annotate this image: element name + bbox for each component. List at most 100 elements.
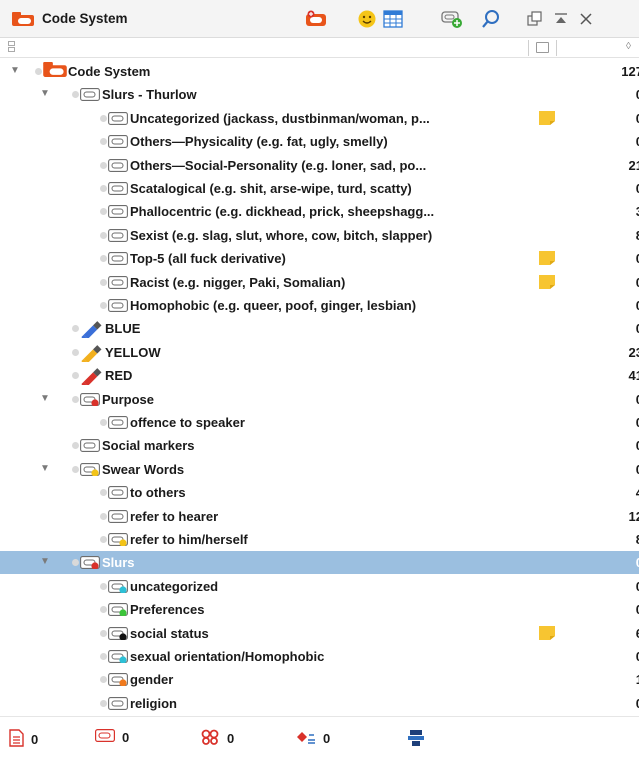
tree-row[interactable]: Uncategorized (jackass, dustbinman/woman… <box>0 107 639 130</box>
status-item[interactable]: 0 <box>296 729 330 748</box>
code-system-icon <box>12 12 34 26</box>
tree-row[interactable]: Others—Physicality (e.g. fat, ugly, smel… <box>0 130 639 153</box>
tree-row[interactable]: offence to speaker0 <box>0 411 639 434</box>
tree-row[interactable]: gender1 <box>0 668 639 691</box>
code-frequency: 12 <box>628 508 639 524</box>
collapse-icon[interactable] <box>549 8 573 30</box>
code-label: offence to speaker <box>130 415 245 430</box>
status-count: 0 <box>122 729 130 745</box>
table-icon[interactable] <box>381 8 405 30</box>
undock-icon[interactable] <box>523 8 547 30</box>
tree-row[interactable]: RED 41 <box>0 364 639 387</box>
status-dot-icon <box>100 512 107 520</box>
memo-icon[interactable] <box>538 110 556 126</box>
code-frequency: 127 <box>621 64 639 79</box>
new-code-icon[interactable] <box>304 8 328 30</box>
column-header: ◊ <box>0 38 639 58</box>
tree-row[interactable]: Racist (e.g. nigger, Paki, Somalian)0 <box>0 271 639 294</box>
status-item[interactable]: 0 <box>8 729 38 750</box>
tree-row[interactable]: refer to him/herself8 <box>0 528 639 551</box>
document-icon <box>8 729 24 750</box>
status-item[interactable]: 0 <box>200 729 234 748</box>
code-label: Top-5 (all fuck derivative) <box>130 251 286 267</box>
memo-icon[interactable] <box>538 274 556 290</box>
status-dot-icon <box>100 419 107 426</box>
tree-row[interactable]: Sexist (e.g. slag, slut, whore, cow, bit… <box>0 224 639 247</box>
expand-triangle-icon[interactable]: ▼ <box>10 65 22 77</box>
code-label: Racist (e.g. nigger, Paki, Somalian) <box>130 274 346 290</box>
status-dot-icon <box>72 465 79 473</box>
tree-row[interactable]: social status6 <box>0 622 639 645</box>
column-divider[interactable] <box>528 40 529 56</box>
add-code-icon[interactable] <box>440 8 464 30</box>
tree-row[interactable]: BLUE0 <box>0 317 639 340</box>
code-label: Others—Social-Personality (e.g. loner, s… <box>130 157 427 173</box>
code-label: Social markers <box>102 438 195 454</box>
code-label: gender <box>130 672 174 688</box>
emoticode-icon[interactable] <box>355 8 379 30</box>
code-icon <box>108 205 128 219</box>
expand-triangle-icon[interactable]: ▼ <box>40 463 52 475</box>
status-count: 0 <box>227 731 235 746</box>
tree-row[interactable]: uncategorized0 <box>0 575 639 598</box>
expand-triangle-icon[interactable]: ▼ <box>40 556 52 568</box>
tree-row[interactable]: ▼Slurs0 <box>0 551 639 575</box>
code-label: Slurs <box>102 555 135 571</box>
status-item[interactable]: 0 <box>95 729 129 745</box>
expand-triangle-icon[interactable]: ▼ <box>40 88 52 100</box>
tree-row[interactable]: Preferences0 <box>0 598 639 621</box>
tree-row[interactable]: ▼Swear Words0 <box>0 458 639 481</box>
frequency-column-icon[interactable]: ◊ <box>626 41 631 52</box>
tree-row[interactable]: to others4 <box>0 481 639 504</box>
close-icon[interactable] <box>574 8 598 30</box>
tree-row[interactable]: ▼Slurs - Thurlow0 <box>0 83 639 106</box>
code-icon <box>108 299 128 312</box>
status-dot-icon <box>72 372 79 380</box>
tree-row[interactable]: Others—Social-Personality (e.g. loner, s… <box>0 154 639 177</box>
tree-row[interactable]: Social markers0 <box>0 434 639 457</box>
code-label: Sexist (e.g. slag, slut, whore, cow, bit… <box>130 227 433 243</box>
tree-row[interactable]: ▼Purpose0 <box>0 388 639 411</box>
column-divider[interactable] <box>556 40 557 56</box>
memo-icon[interactable] <box>538 625 556 641</box>
search-icon[interactable] <box>479 8 503 30</box>
tree-row[interactable]: religion0 <box>0 692 639 715</box>
code-frequency: 21 <box>628 157 639 173</box>
code-icon <box>108 275 128 289</box>
code-system-icon <box>43 62 67 77</box>
grip-icon[interactable] <box>8 41 16 53</box>
tree-row[interactable]: YELLOW 23 <box>0 341 639 364</box>
code-label: refer to hearer <box>130 508 219 524</box>
expand-triangle-icon[interactable]: ▼ <box>40 393 52 405</box>
status-dot-icon <box>72 442 79 450</box>
status-dot-icon <box>100 114 107 122</box>
code-cyan-dot-icon <box>108 579 128 594</box>
status-dot-icon <box>100 161 107 169</box>
status-dot-icon <box>100 489 107 497</box>
status-dot-icon <box>100 582 107 590</box>
code-icon <box>108 228 128 242</box>
tree-row[interactable]: Scatalogical (e.g. shit, arse-wipe, turd… <box>0 177 639 200</box>
tree-row[interactable]: refer to hearer 12 <box>0 505 639 528</box>
status-dot-icon <box>100 278 107 286</box>
status-dot-icon <box>100 231 107 239</box>
tree-row[interactable]: Homophobic (e.g. queer, poof, ginger, le… <box>0 294 639 317</box>
code-green-dot-icon <box>108 603 128 617</box>
tree-row[interactable]: Phallocentric (e.g. dickhead, prick, she… <box>0 200 639 223</box>
window-title: Code System <box>42 11 128 26</box>
code-icon <box>108 416 128 429</box>
status-dot-icon <box>100 606 107 614</box>
tree-row[interactable]: ▼ Code System 127 <box>0 60 639 83</box>
status-item[interactable] <box>407 729 425 750</box>
tree-row[interactable]: Top-5 (all fuck derivative)0 <box>0 247 639 270</box>
code-label: Preferences <box>130 602 205 618</box>
memo-column-icon[interactable] <box>536 42 549 53</box>
code-label: Purpose <box>102 391 155 407</box>
code-label: to others <box>130 485 186 501</box>
memo-icon[interactable] <box>538 250 556 266</box>
tree-row[interactable]: sexual orientation/Homophobic0 <box>0 645 639 668</box>
code-black-dot-icon <box>108 626 128 641</box>
code-icon <box>108 111 128 125</box>
status-dot-icon <box>100 185 107 192</box>
code-icon <box>108 182 128 195</box>
